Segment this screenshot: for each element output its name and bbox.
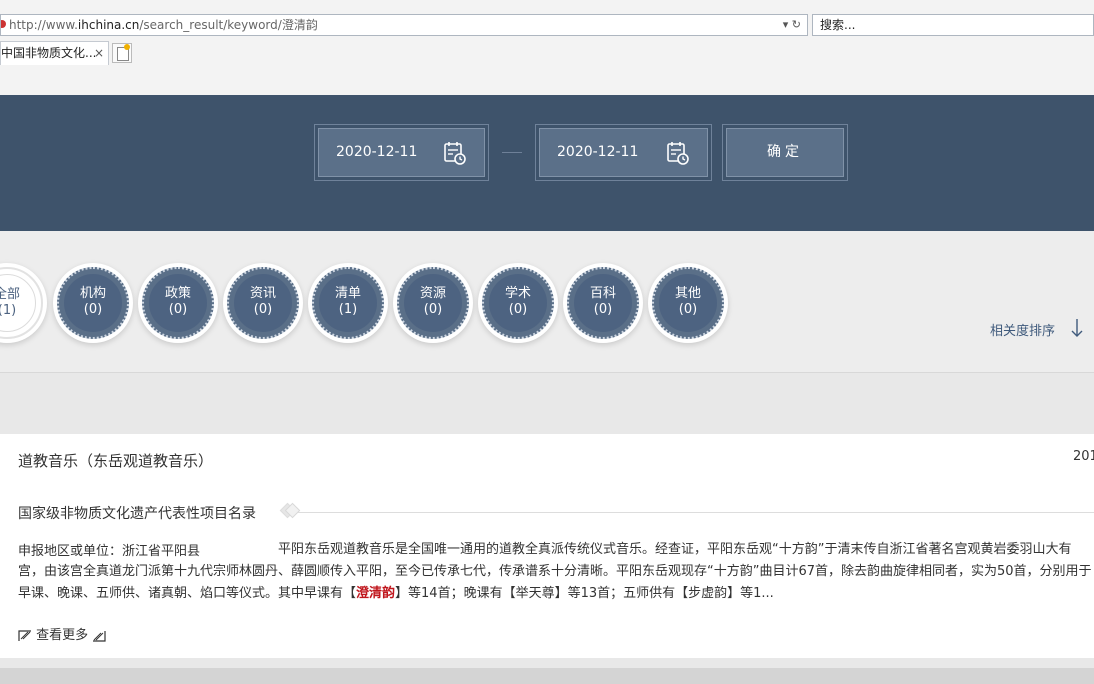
category-other[interactable]: 其他 (0) (648, 263, 728, 343)
result-category: 国家级非物质文化遗产代表性项目名录 (18, 506, 256, 522)
keyword-highlight: 澄清韵 (356, 586, 396, 601)
result-date: 201 (1073, 449, 1094, 464)
browser-search-input[interactable]: 搜索... (812, 14, 1094, 36)
new-tab-button[interactable] (112, 43, 132, 63)
category-label: 学术 (504, 286, 531, 301)
category-count: (0) (83, 302, 103, 317)
start-date-value: 2020-12-11 (336, 144, 418, 160)
url-path: /search_result/keyword/澄清韵 (139, 18, 318, 32)
category-label: 清单 (334, 286, 361, 301)
category-academic[interactable]: 学术 (0) (478, 263, 558, 343)
url-domain: ihchina.cn (77, 18, 140, 32)
close-tab-icon[interactable]: × (94, 42, 104, 64)
category-count: (0) (678, 302, 698, 317)
category-count: (0) (508, 302, 528, 317)
category-count: (1) (0, 303, 17, 318)
view-more-label: 查看更多 (36, 628, 89, 643)
category-institutions[interactable]: 机构 (0) (53, 263, 133, 343)
category-label: 其他 (674, 286, 701, 301)
category-label: 百科 (589, 286, 616, 301)
category-count: (0) (593, 302, 613, 317)
category-list[interactable]: 清单 (1) (308, 263, 388, 343)
sort-by-relevance[interactable]: 相关度排序 (990, 320, 1055, 339)
tab-title: 中国非物质文化... (1, 46, 97, 60)
start-date-input[interactable]: 2020-12-11 (318, 128, 485, 177)
address-controls: ▾ ↻ (783, 15, 801, 35)
address-bar[interactable]: http://www.ihchina.cn/search_result/keyw… (0, 14, 808, 36)
end-date-input[interactable]: 2020-12-11 (539, 128, 708, 177)
dropdown-icon[interactable]: ▾ (783, 18, 789, 31)
category-label: 资讯 (249, 286, 276, 301)
confirm-button[interactable]: 确定 (726, 128, 844, 177)
page-footer-strip (0, 668, 1094, 684)
corner-ornament-icon (93, 630, 106, 642)
category-label: 政策 (164, 286, 191, 301)
reload-icon[interactable]: ↻ (792, 18, 801, 31)
arrow-down-icon[interactable] (1070, 318, 1084, 338)
category-resources[interactable]: 资源 (0) (393, 263, 473, 343)
category-encyclopedia[interactable]: 百科 (0) (563, 263, 643, 343)
category-label: 全部 (0, 287, 20, 302)
category-news[interactable]: 资讯 (0) (223, 263, 303, 343)
category-label: 机构 (79, 286, 106, 301)
search-placeholder: 搜索... (820, 18, 856, 32)
browser-tab[interactable]: 中国非物质文化... × (0, 41, 109, 65)
divider (285, 512, 1094, 513)
view-more-link[interactable]: 查看更多 (18, 624, 106, 643)
category-count: (0) (423, 302, 443, 317)
corner-ornament-icon (18, 629, 31, 641)
category-count: (0) (253, 302, 273, 317)
category-policy[interactable]: 政策 (0) (138, 263, 218, 343)
calendar-icon[interactable] (444, 141, 466, 165)
end-date-value: 2020-12-11 (557, 144, 639, 160)
date-range-separator (502, 152, 522, 153)
category-count: (1) (338, 302, 358, 317)
calendar-icon[interactable] (667, 141, 689, 165)
result-title[interactable]: 道教音乐（东岳观道教音乐） (18, 450, 213, 471)
category-count: (0) (168, 302, 188, 317)
category-label: 资源 (419, 286, 446, 301)
site-info-icon[interactable] (1, 20, 6, 28)
new-star-icon (124, 44, 130, 50)
url-prefix: http://www. (9, 18, 78, 32)
result-description: 平阳东岳观道教音乐是全国唯一通用的道教全真派传统仪式音乐。经查证，平阳东岳观“十… (18, 542, 1092, 601)
